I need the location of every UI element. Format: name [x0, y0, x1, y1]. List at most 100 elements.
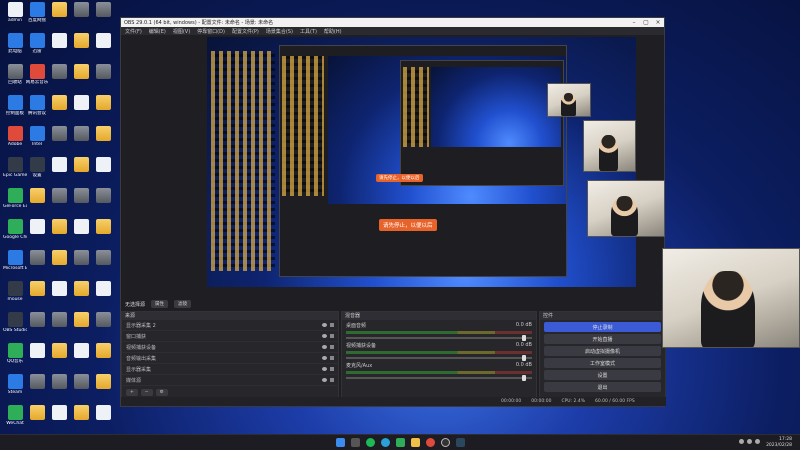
desktop-file-icon[interactable] [48, 374, 70, 404]
desktop-icon[interactable]: 网易云音乐 [26, 64, 48, 94]
minimize-icon[interactable]: – [628, 19, 640, 26]
obs-window[interactable]: OBS 29.0.1 (64 bit, windows) - 配置文件: 未命名… [120, 17, 666, 407]
wifi-icon[interactable] [739, 439, 744, 444]
desktop-file-icon[interactable] [70, 312, 92, 342]
desktop-file-icon[interactable] [92, 157, 114, 187]
explorer-icon[interactable] [410, 438, 420, 447]
desktop-file-icon[interactable] [26, 374, 48, 404]
desktop-icon[interactable]: 回收站 [4, 64, 26, 94]
obs-icon[interactable] [440, 438, 450, 447]
desktop-file-icon[interactable] [70, 250, 92, 280]
desktop-file-icon[interactable] [70, 405, 92, 435]
control-button[interactable]: 工作室模式 [544, 358, 661, 368]
desktop-file-icon[interactable] [26, 281, 48, 311]
desktop-file-icon[interactable] [26, 219, 48, 249]
desktop-file-icon[interactable] [48, 312, 70, 342]
volume-knob[interactable] [522, 355, 526, 361]
chrome-icon[interactable] [425, 438, 435, 447]
desktop-file-icon[interactable] [92, 281, 114, 311]
source-settings-icon[interactable]: ⚙ [155, 389, 168, 396]
visibility-icon[interactable] [322, 356, 327, 360]
desktop-file-icon[interactable] [92, 250, 114, 280]
remove-source-icon[interactable]: − [140, 389, 153, 396]
control-button[interactable]: 开始直播 [544, 334, 661, 344]
visibility-icon[interactable] [322, 378, 327, 382]
desktop-file-icon[interactable] [70, 64, 92, 94]
desktop-icon[interactable]: 设置 [26, 157, 48, 187]
desktop-icon[interactable]: 控制面板 [4, 95, 26, 125]
desktop-file-icon[interactable] [48, 219, 70, 249]
desktop-file-icon[interactable] [92, 33, 114, 63]
desktop-file-icon[interactable] [26, 343, 48, 373]
source-item[interactable]: 显示器采集 [122, 364, 338, 375]
clock[interactable]: 17:28 2023/02/28 [766, 437, 792, 448]
volume-icon[interactable] [747, 439, 752, 444]
menu-edit[interactable]: 编辑(E) [149, 28, 166, 35]
desktop-file-icon[interactable] [70, 281, 92, 311]
desktop-icon[interactable]: 腾讯会议 [26, 95, 48, 125]
desktop-file-icon[interactable] [70, 374, 92, 404]
desktop-file-icon[interactable] [70, 33, 92, 63]
menu-help[interactable]: 帮助(H) [324, 28, 342, 35]
control-button[interactable]: 设置 [544, 370, 661, 380]
desktop-file-icon[interactable] [48, 126, 70, 156]
desktop-file-icon[interactable] [26, 312, 48, 342]
visibility-icon[interactable] [322, 334, 327, 338]
search-icon[interactable] [350, 438, 360, 447]
desktop-file-icon[interactable] [26, 405, 48, 435]
desktop-file-icon[interactable] [92, 126, 114, 156]
control-button[interactable]: 启动虚拟摄像机 [544, 346, 661, 356]
desktop-file-icon[interactable] [48, 2, 70, 32]
menu-profile[interactable]: 配置文件(P) [232, 28, 259, 35]
lock-icon[interactable] [330, 378, 334, 382]
control-button[interactable]: 退出 [544, 382, 661, 392]
desktop-file-icon[interactable] [92, 2, 114, 32]
desktop-icon[interactable]: 百度网盘 [26, 2, 48, 32]
desktop-file-icon[interactable] [92, 219, 114, 249]
desktop-icon[interactable]: Epic Games Launcher [3, 157, 27, 187]
desktop-file-icon[interactable] [48, 343, 70, 373]
close-icon[interactable]: × [652, 19, 664, 26]
desktop-file-icon[interactable] [92, 95, 114, 125]
battery-icon[interactable] [755, 439, 760, 444]
desktop-file-icon[interactable] [70, 95, 92, 125]
desktop-icon[interactable]: Adobe [4, 126, 26, 156]
desktop-icon[interactable]: Microsoft Edge [3, 250, 27, 280]
menu-scene-collection[interactable]: 场景集合(S) [266, 28, 293, 35]
volume-slider[interactable] [346, 355, 532, 361]
title-bar[interactable]: OBS 29.0.1 (64 bit, windows) - 配置文件: 未命名… [121, 18, 664, 27]
volume-slider[interactable] [346, 335, 532, 341]
visibility-icon[interactable] [322, 367, 327, 371]
desktop-file-icon[interactable] [70, 2, 92, 32]
desktop-icon[interactable]: mouse [4, 281, 26, 311]
lock-icon[interactable] [330, 356, 334, 360]
desktop-icon[interactable]: QQ音乐 [4, 343, 26, 373]
desktop-icon[interactable]: WeChat [4, 405, 26, 435]
start-icon[interactable] [335, 438, 345, 447]
desktop-file-icon[interactable] [70, 219, 92, 249]
preview-canvas[interactable]: 请先停止，以便以后 请先停止，以便以后 [207, 37, 636, 287]
steam-icon[interactable] [455, 438, 465, 447]
desktop-file-icon[interactable] [48, 281, 70, 311]
desktop-file-icon[interactable] [92, 64, 114, 94]
desktop-file-icon[interactable] [48, 250, 70, 280]
source-item[interactable]: 音频输出采集 [122, 353, 338, 364]
desktop-icon[interactable]: Steam [4, 374, 26, 404]
desktop-file-icon[interactable] [92, 405, 114, 435]
lock-icon[interactable] [330, 367, 334, 371]
sources-list[interactable]: 显示器采集 2 窗口捕获 视频捕获设备 音频输出采集 显示器采集 媒体源 [122, 320, 338, 386]
desktop-icon[interactable]: Intel [26, 126, 48, 156]
desktop-file-icon[interactable] [48, 64, 70, 94]
menu-view[interactable]: 视图(V) [173, 28, 190, 35]
desktop-icon[interactable]: OBS Studio [3, 312, 27, 342]
desktop-icon[interactable]: GeForce Experience [3, 188, 27, 218]
desktop-file-icon[interactable] [48, 157, 70, 187]
source-item[interactable]: 视频捕获设备 [122, 342, 338, 353]
desktop-file-icon[interactable] [26, 188, 48, 218]
desktop-file-icon[interactable] [92, 312, 114, 342]
lock-icon[interactable] [330, 334, 334, 338]
desktop-file-icon[interactable] [70, 343, 92, 373]
desktop-file-icon[interactable] [48, 95, 70, 125]
desktop-file-icon[interactable] [70, 126, 92, 156]
menu-file[interactable]: 文件(F) [125, 28, 142, 35]
